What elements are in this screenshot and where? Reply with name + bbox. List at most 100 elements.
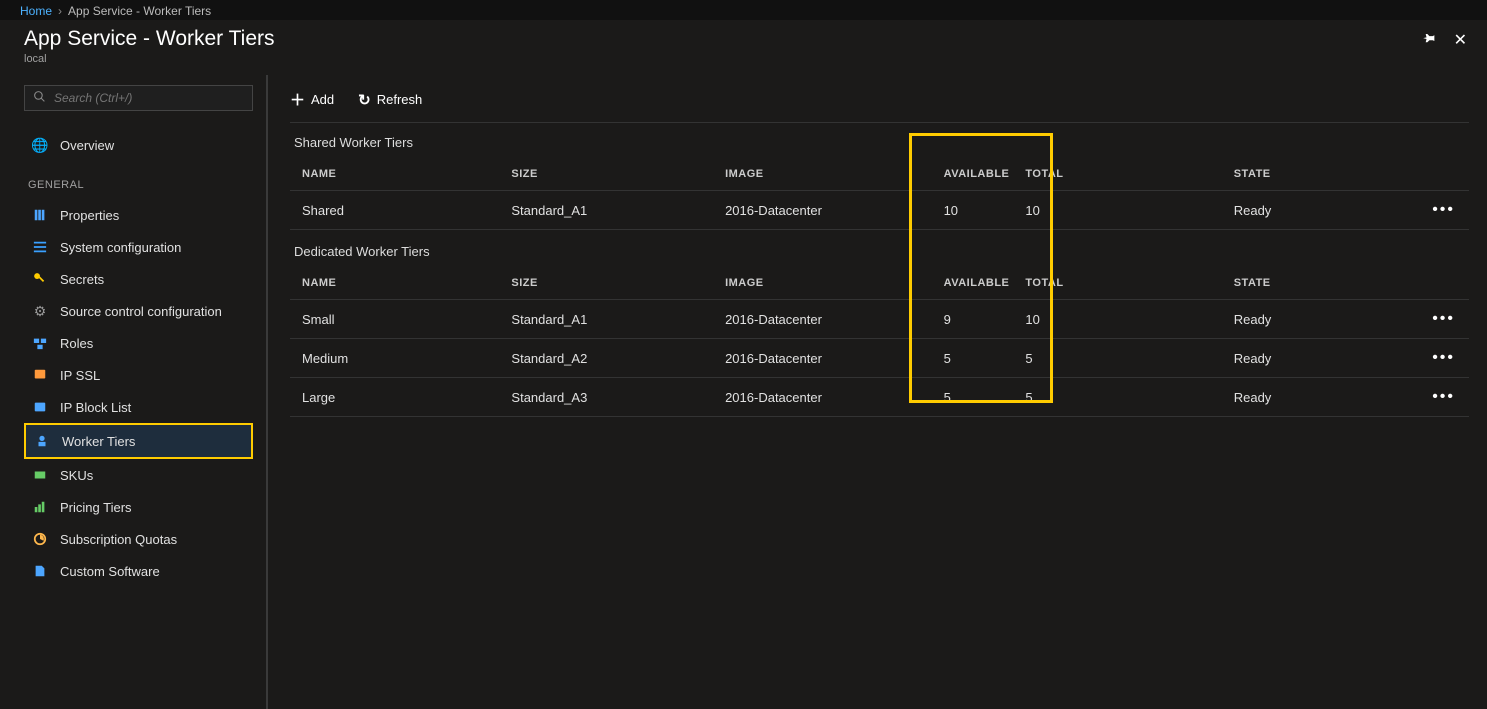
col-available[interactable]: AVAILABLE (936, 158, 1018, 191)
col-image[interactable]: IMAGE (717, 267, 936, 300)
col-size[interactable]: SIZE (503, 267, 717, 300)
col-name[interactable]: NAME (290, 267, 503, 300)
cell-state: Ready (1226, 339, 1424, 378)
shared-section-title: Shared Worker Tiers (294, 135, 1469, 150)
roles-icon (32, 335, 48, 351)
col-state[interactable]: STATE (1226, 267, 1424, 300)
cell-total: 10 (1017, 191, 1225, 230)
sidebar-item-quotas[interactable]: Subscription Quotas (24, 523, 253, 555)
sidebar-item-label: Properties (60, 208, 119, 223)
pricing-icon (32, 499, 48, 515)
cell-name: Medium (290, 339, 503, 378)
cell-size: Standard_A1 (503, 300, 717, 339)
search-input-wrap[interactable] (24, 85, 253, 111)
plus-icon: ＋ (290, 89, 305, 110)
cell-image: 2016-Datacenter (717, 378, 936, 417)
sidebar-item-label: Secrets (60, 272, 104, 287)
cell-total: 5 (1017, 339, 1225, 378)
software-icon (32, 563, 48, 579)
sidebar-item-pricing[interactable]: Pricing Tiers (24, 491, 253, 523)
cell-image: 2016-Datacenter (717, 300, 936, 339)
sidebar-section-general: GENERAL (28, 179, 253, 191)
cell-name: Shared (290, 191, 503, 230)
table-row[interactable]: SmallStandard_A12016-Datacenter910Ready•… (290, 300, 1469, 339)
sidebar-item-worker-tiers[interactable]: Worker Tiers (24, 423, 253, 459)
sidebar-item-label: Subscription Quotas (60, 532, 177, 547)
gear-icon: ⚙ (32, 303, 48, 319)
toolbar: ＋ Add ↻ Refresh (290, 85, 1469, 123)
sidebar-item-overview[interactable]: 🌐 Overview (24, 129, 253, 161)
add-label: Add (311, 92, 334, 107)
col-state[interactable]: STATE (1226, 158, 1424, 191)
sidebar-item-roles[interactable]: Roles (24, 327, 253, 359)
cell-image: 2016-Datacenter (717, 191, 936, 230)
refresh-icon: ↻ (358, 91, 371, 109)
sidebar-item-label: SKUs (60, 468, 93, 483)
table-row[interactable]: SharedStandard_A12016-Datacenter1010Read… (290, 191, 1469, 230)
sidebar: 🌐 Overview GENERAL Properties System con… (0, 75, 268, 709)
cell-image: 2016-Datacenter (717, 339, 936, 378)
page-header: App Service - Worker Tiers local ✕ (0, 20, 1487, 75)
cell-available: 9 (936, 300, 1018, 339)
breadcrumb-current: App Service - Worker Tiers (68, 4, 211, 18)
col-total[interactable]: TOTAL (1017, 267, 1225, 300)
table-row[interactable]: MediumStandard_A22016-Datacenter55Ready•… (290, 339, 1469, 378)
breadcrumb-home[interactable]: Home (20, 4, 52, 18)
col-available[interactable]: AVAILABLE (936, 267, 1018, 300)
cell-name: Large (290, 378, 503, 417)
cell-available: 5 (936, 378, 1018, 417)
sidebar-item-secrets[interactable]: Secrets (24, 263, 253, 295)
table-row[interactable]: LargeStandard_A32016-Datacenter55Ready••… (290, 378, 1469, 417)
sidebar-item-label: Worker Tiers (62, 434, 135, 449)
worker-icon (34, 433, 50, 449)
refresh-label: Refresh (377, 92, 423, 107)
cell-state: Ready (1226, 378, 1424, 417)
row-menu-button[interactable]: ••• (1432, 201, 1455, 218)
key-icon (32, 271, 48, 287)
col-image[interactable]: IMAGE (717, 158, 936, 191)
refresh-button[interactable]: ↻ Refresh (358, 91, 422, 109)
cell-total: 5 (1017, 378, 1225, 417)
sidebar-item-source-control[interactable]: ⚙ Source control configuration (24, 295, 253, 327)
quota-icon (32, 531, 48, 547)
sidebar-item-label: Overview (60, 138, 114, 153)
sidebar-item-system-config[interactable]: System configuration (24, 231, 253, 263)
sidebar-item-ip-block[interactable]: IP Block List (24, 391, 253, 423)
breadcrumb: Home › App Service - Worker Tiers (0, 0, 1487, 20)
search-input[interactable] (54, 91, 244, 105)
add-button[interactable]: ＋ Add (290, 89, 334, 110)
row-menu-button[interactable]: ••• (1432, 388, 1455, 405)
cell-size: Standard_A3 (503, 378, 717, 417)
col-name[interactable]: NAME (290, 158, 503, 191)
sidebar-item-label: Pricing Tiers (60, 500, 132, 515)
cell-total: 10 (1017, 300, 1225, 339)
sidebar-item-label: Roles (60, 336, 93, 351)
col-total[interactable]: TOTAL (1017, 158, 1225, 191)
row-menu-button[interactable]: ••• (1432, 310, 1455, 327)
close-icon[interactable]: ✕ (1454, 30, 1467, 50)
chevron-right-icon: › (58, 4, 62, 18)
globe-icon: 🌐 (32, 137, 48, 153)
cell-available: 10 (936, 191, 1018, 230)
cell-state: Ready (1226, 191, 1424, 230)
col-size[interactable]: SIZE (503, 158, 717, 191)
dedicated-table: NAME SIZE IMAGE AVAILABLE TOTAL STATE Sm… (290, 267, 1469, 417)
certificate-icon (32, 367, 48, 383)
cell-size: Standard_A2 (503, 339, 717, 378)
sidebar-item-label: Custom Software (60, 564, 160, 579)
properties-icon (32, 207, 48, 223)
pin-icon[interactable] (1422, 32, 1436, 49)
block-list-icon (32, 399, 48, 415)
cell-size: Standard_A1 (503, 191, 717, 230)
content: ＋ Add ↻ Refresh Shared Worker Tiers NAME… (268, 75, 1487, 709)
sidebar-item-ip-ssl[interactable]: IP SSL (24, 359, 253, 391)
page-subtitle: local (24, 53, 275, 65)
sidebar-item-custom-software[interactable]: Custom Software (24, 555, 253, 587)
sidebar-item-skus[interactable]: SKUs (24, 459, 253, 491)
search-icon (33, 90, 46, 106)
sidebar-item-label: IP Block List (60, 400, 131, 415)
sidebar-item-properties[interactable]: Properties (24, 199, 253, 231)
row-menu-button[interactable]: ••• (1432, 349, 1455, 366)
sidebar-item-label: System configuration (60, 240, 181, 255)
sidebar-item-label: Source control configuration (60, 304, 222, 319)
